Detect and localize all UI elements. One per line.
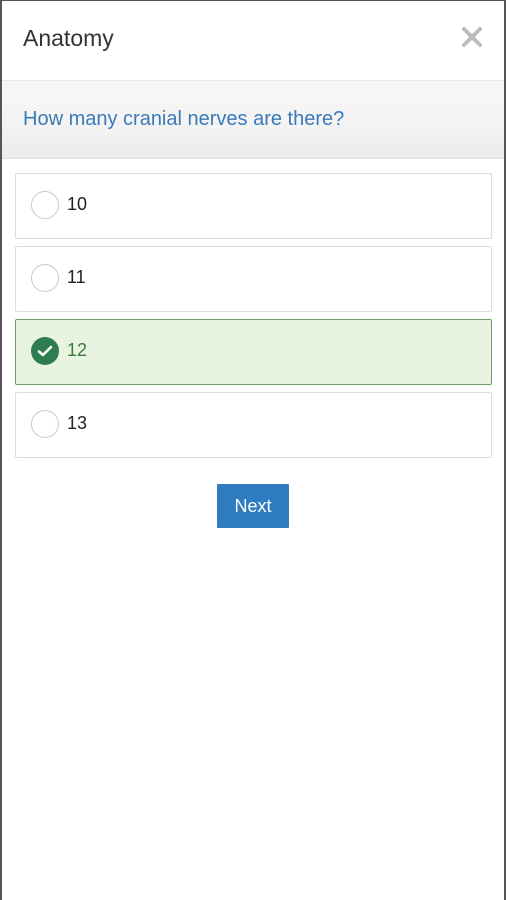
check-circle-icon[interactable] — [31, 337, 59, 365]
radio-unchecked-icon[interactable] — [31, 410, 59, 438]
answer-option-label: 13 — [67, 413, 88, 433]
answer-option-13[interactable]: 13 — [15, 392, 492, 458]
close-icon — [462, 27, 482, 47]
answer-option-label: 10 — [67, 194, 88, 214]
dialog-title: Anatomy — [23, 25, 114, 51]
answer-option-label: 12 — [67, 340, 88, 360]
answer-options: 10 11 12 13 — [2, 159, 504, 458]
answer-option-12[interactable]: 12 — [15, 319, 492, 385]
dialog-header: Anatomy — [2, 1, 504, 81]
question-text: How many cranial nerves are there? — [23, 108, 345, 130]
answer-option-10[interactable]: 10 — [15, 173, 492, 239]
question-bar: How many cranial nerves are there? — [2, 81, 504, 159]
quiz-dialog: Anatomy How many cranial nerves are ther… — [0, 0, 506, 900]
next-button[interactable]: Next — [217, 484, 289, 528]
radio-unchecked-icon[interactable] — [31, 264, 59, 292]
answer-option-label: 11 — [67, 267, 86, 287]
answer-option-11[interactable]: 11 — [15, 246, 492, 312]
actions-row: Next — [2, 484, 504, 528]
radio-unchecked-icon[interactable] — [31, 191, 59, 219]
close-button[interactable] — [460, 25, 484, 49]
